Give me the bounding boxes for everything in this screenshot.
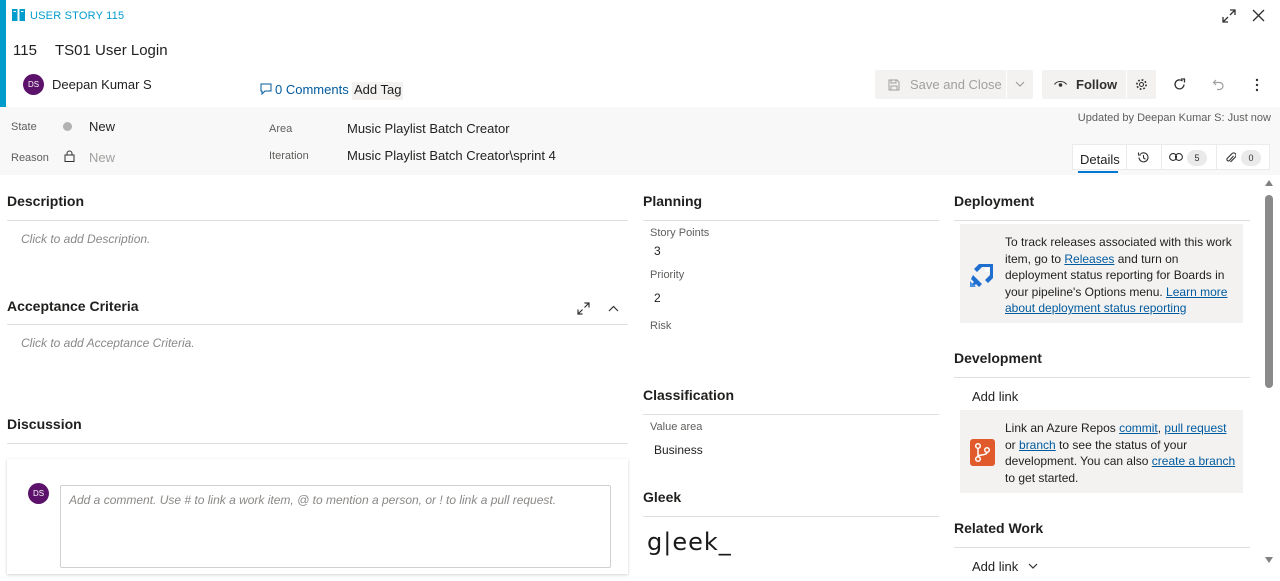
undo-icon[interactable] <box>1212 78 1225 91</box>
pull-request-link[interactable]: pull request <box>1164 421 1226 435</box>
comment-icon <box>260 83 272 95</box>
updated-by-text: Updated by Deepan Kumar S: Just now <box>1077 112 1271 124</box>
value-area-value[interactable]: Business <box>654 442 703 459</box>
story-points-label: Story Points <box>650 227 710 239</box>
acceptance-criteria-field[interactable]: Click to add Acceptance Criteria. <box>21 336 195 350</box>
state-value[interactable]: New <box>89 119 115 134</box>
follow-label: Follow <box>1076 77 1118 92</box>
reason-value: New <box>89 150 116 165</box>
area-value[interactable]: Music Playlist Batch Creator <box>347 121 510 136</box>
risk-label: Risk <box>650 320 672 332</box>
scroll-up-icon[interactable] <box>1265 180 1273 186</box>
expand-icon[interactable] <box>1222 9 1236 23</box>
description-field[interactable]: Click to add Description. <box>21 232 150 246</box>
risk-field[interactable] <box>650 336 939 358</box>
comments-link[interactable]: 0 Comments <box>275 82 349 97</box>
save-and-close-button[interactable]: Save and Close <box>875 70 1033 99</box>
discussion-heading: Discussion <box>7 416 82 432</box>
tab-details[interactable]: Details <box>1080 152 1120 167</box>
eye-icon <box>1054 80 1067 87</box>
area-label: Area <box>269 123 293 135</box>
lock-icon <box>64 150 75 162</box>
links-count-badge: 5 <box>1187 150 1207 166</box>
maximize-icon[interactable] <box>577 302 590 315</box>
state-label: State <box>11 121 37 133</box>
gleek-heading: Gleek <box>643 489 682 505</box>
priority-value[interactable]: 2 <box>654 290 661 307</box>
description-heading: Description <box>7 193 85 209</box>
state-dot-icon <box>63 122 72 131</box>
deployment-heading: Deployment <box>954 193 1035 209</box>
branch-link[interactable]: branch <box>1019 438 1056 452</box>
more-vertical-icon[interactable] <box>1254 78 1260 92</box>
follow-button[interactable]: Follow <box>1042 70 1156 99</box>
related-work-heading: Related Work <box>954 520 1044 536</box>
refresh-icon[interactable] <box>1173 78 1186 91</box>
story-points-value[interactable]: 3 <box>654 243 661 260</box>
deployment-info-box: To track releases associated with this w… <box>960 224 1243 323</box>
pipelines-icon <box>970 264 993 287</box>
type-accent-bar <box>0 0 6 107</box>
iteration-value[interactable]: Music Playlist Batch Creator\sprint 4 <box>347 148 556 163</box>
work-item-type-label: USER STORY 115 <box>30 10 125 22</box>
comment-input[interactable]: Add a comment. Use # to link a work item… <box>60 485 611 568</box>
deployment-info-text: To track releases associated with this w… <box>1005 235 1232 315</box>
attachments-count-badge: 0 <box>1241 150 1261 166</box>
reason-label: Reason <box>11 152 49 164</box>
chevron-up-icon[interactable] <box>608 305 619 312</box>
gear-icon[interactable] <box>1135 78 1148 91</box>
close-icon[interactable] <box>1252 9 1265 22</box>
classification-heading: Classification <box>643 387 735 403</box>
acceptance-criteria-heading: Acceptance Criteria <box>7 298 139 314</box>
tab-details-underline <box>1078 171 1118 173</box>
development-info-box: Link an Azure Repos commit, pull request… <box>960 410 1243 493</box>
book-icon <box>12 9 25 21</box>
gleek-logo: g|eek_ <box>647 528 732 556</box>
development-heading: Development <box>954 350 1042 366</box>
paperclip-icon[interactable] <box>1225 151 1236 164</box>
assigned-to[interactable]: Deepan Kumar S <box>52 77 152 92</box>
history-icon[interactable] <box>1137 151 1150 164</box>
scrollbar[interactable] <box>1264 180 1274 581</box>
commit-link[interactable]: commit <box>1119 421 1158 435</box>
scroll-down-icon[interactable] <box>1265 557 1273 563</box>
scrollbar-thumb[interactable] <box>1265 195 1273 388</box>
avatar: DS <box>23 74 44 95</box>
priority-label: Priority <box>650 269 685 281</box>
development-add-link[interactable]: Add link <box>972 389 1018 404</box>
create-branch-link[interactable]: create a branch <box>1152 454 1235 468</box>
related-work-add-link[interactable]: Add link <box>972 559 1018 574</box>
releases-link[interactable]: Releases <box>1064 252 1114 266</box>
value-area-label: Value area <box>650 421 703 433</box>
repos-icon <box>970 439 995 466</box>
save-icon <box>888 79 900 91</box>
work-item-id: 115 <box>13 42 37 59</box>
development-info-text: Link an Azure Repos commit, pull request… <box>1005 421 1236 485</box>
save-and-close-label: Save and Close <box>910 77 1002 92</box>
chevron-down-icon[interactable] <box>1028 563 1038 569</box>
chevron-down-icon[interactable] <box>1015 81 1025 88</box>
comment-avatar: DS <box>28 483 49 504</box>
add-tag-button[interactable]: Add Tag <box>352 82 404 100</box>
planning-heading: Planning <box>643 193 703 209</box>
work-item-header: USER STORY 115 115 TS01 User Login DS De… <box>0 0 1280 107</box>
iteration-label: Iteration <box>269 150 309 162</box>
link-icon[interactable] <box>1169 153 1183 161</box>
field-bar: State New Reason New Area Music Playlist… <box>0 107 1280 175</box>
work-item-title[interactable]: TS01 User Login <box>55 42 168 59</box>
comment-placeholder: Add a comment. Use # to link a work item… <box>69 493 557 507</box>
